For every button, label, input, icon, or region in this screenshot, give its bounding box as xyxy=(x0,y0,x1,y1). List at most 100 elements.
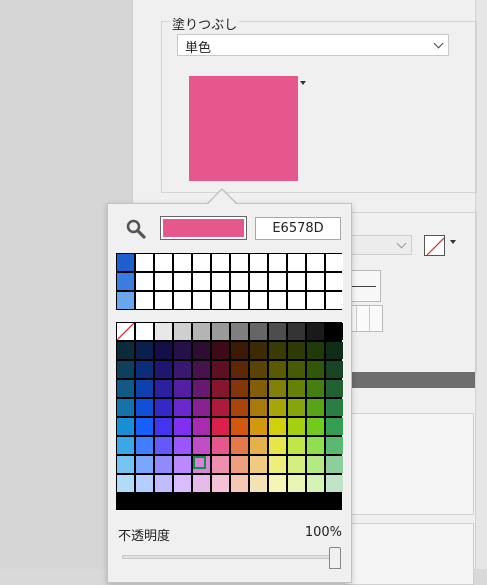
opacity-slider-thumb[interactable] xyxy=(329,547,341,569)
color-swatch[interactable] xyxy=(307,437,324,454)
color-swatch[interactable] xyxy=(117,399,134,416)
color-swatch[interactable] xyxy=(231,254,248,271)
color-swatch[interactable] xyxy=(212,418,229,435)
color-swatch[interactable] xyxy=(174,380,191,397)
color-swatch[interactable] xyxy=(269,361,286,378)
color-swatch[interactable] xyxy=(326,437,343,454)
color-swatch[interactable] xyxy=(231,418,248,435)
color-swatch[interactable] xyxy=(326,342,343,359)
color-swatch[interactable] xyxy=(193,323,210,340)
color-swatch[interactable] xyxy=(231,273,248,290)
color-swatch[interactable] xyxy=(155,437,172,454)
color-swatch[interactable] xyxy=(269,342,286,359)
color-swatch[interactable] xyxy=(326,292,343,309)
color-swatch[interactable] xyxy=(307,399,324,416)
color-swatch[interactable] xyxy=(174,399,191,416)
color-swatch[interactable] xyxy=(117,380,134,397)
color-swatch[interactable] xyxy=(231,399,248,416)
fill-color-swatch[interactable] xyxy=(189,76,298,181)
color-swatch[interactable] xyxy=(231,361,248,378)
color-swatch[interactable] xyxy=(288,380,305,397)
color-swatch[interactable] xyxy=(193,475,210,492)
color-swatch[interactable] xyxy=(155,361,172,378)
color-swatch[interactable] xyxy=(155,342,172,359)
color-swatch[interactable] xyxy=(212,323,229,340)
color-swatch[interactable] xyxy=(269,380,286,397)
color-swatch[interactable] xyxy=(326,399,343,416)
color-swatch[interactable] xyxy=(231,380,248,397)
color-swatch[interactable] xyxy=(212,399,229,416)
color-swatch[interactable] xyxy=(212,475,229,492)
color-swatch[interactable] xyxy=(250,456,267,473)
color-swatch[interactable] xyxy=(174,361,191,378)
color-swatch[interactable] xyxy=(117,273,134,290)
color-swatch[interactable] xyxy=(288,437,305,454)
color-swatch[interactable] xyxy=(231,437,248,454)
color-swatch[interactable] xyxy=(231,342,248,359)
color-swatch[interactable] xyxy=(326,418,343,435)
fill-type-select[interactable]: 単色 xyxy=(177,34,449,56)
color-swatch[interactable] xyxy=(174,273,191,290)
color-swatch[interactable] xyxy=(250,418,267,435)
color-swatch[interactable] xyxy=(307,273,324,290)
color-swatch[interactable] xyxy=(288,342,305,359)
color-swatch[interactable] xyxy=(288,361,305,378)
color-swatch[interactable] xyxy=(136,475,153,492)
color-swatch[interactable] xyxy=(269,418,286,435)
color-swatch[interactable] xyxy=(269,399,286,416)
search-icon[interactable] xyxy=(125,218,147,240)
color-swatch[interactable] xyxy=(117,254,134,271)
color-swatch[interactable] xyxy=(307,342,324,359)
color-swatch[interactable] xyxy=(269,437,286,454)
color-swatch[interactable] xyxy=(155,273,172,290)
color-swatch[interactable] xyxy=(193,342,210,359)
color-swatch[interactable] xyxy=(250,380,267,397)
color-swatch[interactable] xyxy=(307,292,324,309)
color-swatch[interactable] xyxy=(155,292,172,309)
color-swatch[interactable] xyxy=(193,273,210,290)
color-swatch[interactable] xyxy=(136,292,153,309)
color-swatch[interactable] xyxy=(269,254,286,271)
color-swatch[interactable] xyxy=(326,254,343,271)
color-swatch[interactable] xyxy=(155,418,172,435)
color-swatch[interactable] xyxy=(174,456,191,473)
color-swatch[interactable] xyxy=(174,437,191,454)
color-swatch[interactable] xyxy=(269,273,286,290)
color-swatch[interactable] xyxy=(250,273,267,290)
hex-color-input[interactable]: E6578D xyxy=(255,217,341,240)
line-color-button[interactable] xyxy=(424,235,445,256)
color-swatch[interactable] xyxy=(136,456,153,473)
color-swatch[interactable] xyxy=(212,361,229,378)
color-swatch[interactable] xyxy=(307,418,324,435)
color-swatch[interactable] xyxy=(307,380,324,397)
color-swatch[interactable] xyxy=(117,418,134,435)
color-swatch[interactable] xyxy=(136,399,153,416)
color-swatch[interactable] xyxy=(155,323,172,340)
color-swatch[interactable] xyxy=(250,361,267,378)
color-swatch[interactable] xyxy=(117,475,134,492)
color-swatch[interactable] xyxy=(193,254,210,271)
color-swatch[interactable] xyxy=(155,475,172,492)
color-swatch[interactable] xyxy=(155,254,172,271)
line-style-select[interactable] xyxy=(348,235,412,255)
color-swatch[interactable] xyxy=(117,292,134,309)
color-swatch[interactable] xyxy=(212,273,229,290)
color-swatch[interactable] xyxy=(174,418,191,435)
color-swatch[interactable] xyxy=(193,380,210,397)
color-swatch[interactable] xyxy=(326,456,343,473)
no-color-swatch[interactable] xyxy=(116,322,135,341)
opacity-slider[interactable] xyxy=(122,555,336,559)
color-swatch[interactable] xyxy=(250,342,267,359)
color-swatch[interactable] xyxy=(117,361,134,378)
color-swatch[interactable] xyxy=(326,273,343,290)
color-swatch[interactable] xyxy=(136,254,153,271)
color-swatch[interactable] xyxy=(250,437,267,454)
color-swatch[interactable] xyxy=(326,380,343,397)
color-swatch[interactable] xyxy=(155,380,172,397)
color-swatch[interactable] xyxy=(193,437,210,454)
color-swatch[interactable] xyxy=(269,292,286,309)
color-swatch[interactable] xyxy=(212,456,229,473)
color-swatch[interactable] xyxy=(193,399,210,416)
color-swatch[interactable] xyxy=(174,342,191,359)
color-swatch[interactable] xyxy=(212,342,229,359)
